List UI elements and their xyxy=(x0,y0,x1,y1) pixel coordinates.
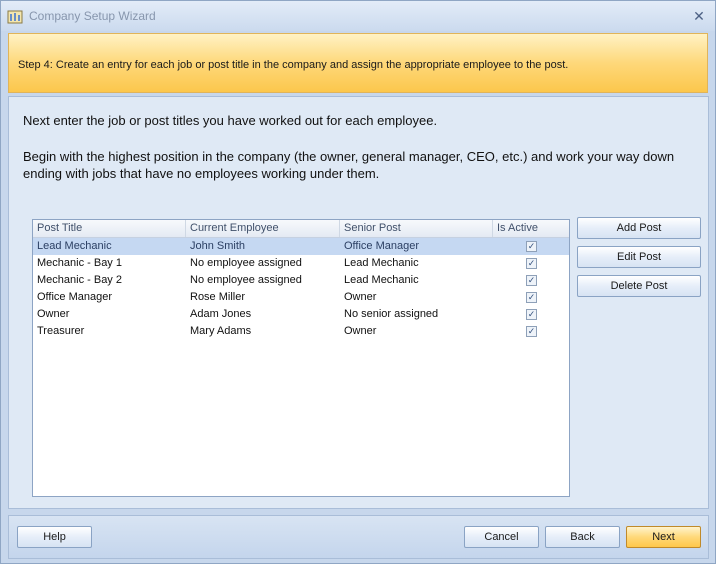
is-active-checkbox[interactable]: ✓ xyxy=(526,309,537,320)
column-header-is-active[interactable]: Is Active xyxy=(493,220,569,237)
post-grid[interactable]: Post Title Current Employee Senior Post … xyxy=(32,219,570,497)
cell-post-title: Office Manager xyxy=(37,291,113,303)
intro-text-1: Next enter the job or post titles you ha… xyxy=(23,113,438,128)
cell-current-employee: Rose Miller xyxy=(190,291,246,303)
step-banner: Step 4: Create an entry for each job or … xyxy=(8,33,708,93)
table-row[interactable]: Office Manager Rose Miller Owner ✓ xyxy=(33,289,569,306)
cell-senior-post: Lead Mechanic xyxy=(344,257,419,269)
intro-text-2: Begin with the highest position in the c… xyxy=(23,149,675,181)
cell-post-title: Mechanic - Bay 1 xyxy=(37,257,122,269)
cell-post-title: Mechanic - Bay 2 xyxy=(37,274,122,286)
help-button[interactable]: Help xyxy=(17,526,92,548)
cell-senior-post: Owner xyxy=(344,325,377,337)
cell-current-employee: No employee assigned xyxy=(190,257,302,269)
table-row[interactable]: Treasurer Mary Adams Owner ✓ xyxy=(33,323,569,340)
is-active-checkbox[interactable]: ✓ xyxy=(526,258,537,269)
cell-post-title: Lead Mechanic xyxy=(37,240,112,252)
cell-current-employee: No employee assigned xyxy=(190,274,302,286)
back-button[interactable]: Back xyxy=(545,526,620,548)
window-title: Company Setup Wizard xyxy=(29,9,156,23)
table-row[interactable]: Lead Mechanic John Smith Office Manager … xyxy=(33,238,569,255)
is-active-checkbox[interactable]: ✓ xyxy=(526,275,537,286)
cell-senior-post: Owner xyxy=(344,291,377,303)
column-header-current-employee[interactable]: Current Employee xyxy=(186,220,340,237)
cancel-button[interactable]: Cancel xyxy=(464,526,539,548)
cell-current-employee: John Smith xyxy=(190,240,246,252)
step-instruction: Step 4: Create an entry for each job or … xyxy=(18,59,569,71)
next-button[interactable]: Next xyxy=(626,526,701,548)
grid-header: Post Title Current Employee Senior Post … xyxy=(33,220,569,238)
is-active-checkbox[interactable]: ✓ xyxy=(526,326,537,337)
add-post-button[interactable]: Add Post xyxy=(577,217,701,239)
edit-post-button[interactable]: Edit Post xyxy=(577,246,701,268)
cell-senior-post: Office Manager xyxy=(344,240,420,252)
cell-post-title: Treasurer xyxy=(37,325,85,337)
close-icon[interactable]: ✕ xyxy=(691,7,707,25)
title-bar: Company Setup Wizard ✕ xyxy=(1,1,715,31)
cell-current-employee: Adam Jones xyxy=(190,308,252,320)
wizard-app-icon xyxy=(7,8,23,24)
cell-post-title: Owner xyxy=(37,308,70,320)
column-header-senior-post[interactable]: Senior Post xyxy=(340,220,493,237)
is-active-checkbox[interactable]: ✓ xyxy=(526,292,537,303)
cell-senior-post: Lead Mechanic xyxy=(344,274,419,286)
delete-post-button[interactable]: Delete Post xyxy=(577,275,701,297)
column-header-post-title[interactable]: Post Title xyxy=(33,220,186,237)
content-panel: Next enter the job or post titles you ha… xyxy=(8,96,709,509)
cell-current-employee: Mary Adams xyxy=(190,325,252,337)
footer-bar: Help Cancel Back Next xyxy=(8,515,709,559)
table-row[interactable]: Owner Adam Jones No senior assigned ✓ xyxy=(33,306,569,323)
cell-senior-post: No senior assigned xyxy=(344,308,439,320)
wizard-window: Company Setup Wizard ✕ Step 4: Create an… xyxy=(0,0,716,564)
table-row[interactable]: Mechanic - Bay 2 No employee assigned Le… xyxy=(33,272,569,289)
table-row[interactable]: Mechanic - Bay 1 No employee assigned Le… xyxy=(33,255,569,272)
is-active-checkbox[interactable]: ✓ xyxy=(526,241,537,252)
